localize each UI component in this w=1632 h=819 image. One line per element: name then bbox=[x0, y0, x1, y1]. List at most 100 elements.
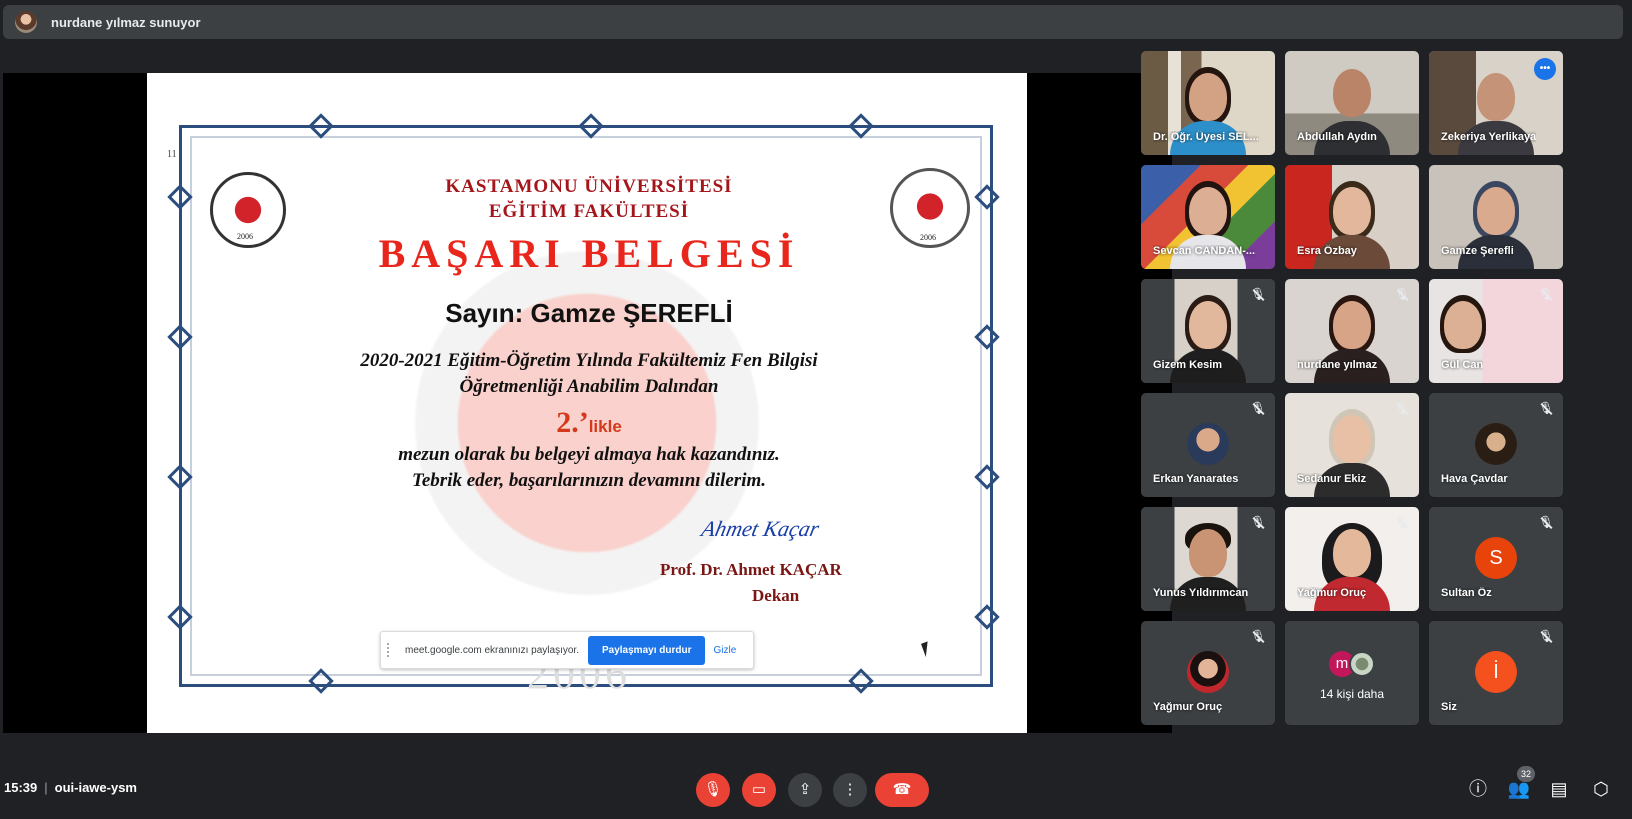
participant-tile[interactable]: 🎙 Hava Çavdar bbox=[1429, 393, 1563, 497]
page-marker: 11 bbox=[167, 149, 177, 160]
muted-mic-icon: 🎙 bbox=[1538, 629, 1554, 643]
participant-tile[interactable]: 🎙 Yunus Yıldırımcan bbox=[1141, 507, 1275, 611]
participant-figure bbox=[1333, 187, 1371, 235]
more-participants-avatars: m bbox=[1329, 651, 1377, 677]
participant-name: nurdane yılmaz bbox=[1297, 359, 1378, 371]
meeting-details-button[interactable]: ⓘ bbox=[1466, 777, 1490, 801]
people-icon: 👥 bbox=[1507, 779, 1531, 799]
participant-tile[interactable]: 🎙 nurdane yılmaz bbox=[1285, 279, 1419, 383]
certificate-text-line: mezun olarak bu belgeyi almaya hak kazan… bbox=[398, 444, 780, 465]
more-participants-label: 14 kişi daha bbox=[1319, 687, 1385, 701]
participant-name: Sultan Öz bbox=[1441, 587, 1492, 599]
participant-figure bbox=[1189, 187, 1227, 235]
participant-avatar bbox=[1187, 423, 1229, 465]
participant-figure bbox=[1477, 187, 1515, 235]
info-icon: ⓘ bbox=[1469, 779, 1487, 799]
participant-name: Dr. Öğr. Üyesi SEL... bbox=[1153, 131, 1259, 143]
participant-avatar bbox=[1187, 651, 1229, 693]
participant-tile[interactable]: 🎙 Yağmur Oruç bbox=[1285, 507, 1419, 611]
participant-name: Gizem Kesim bbox=[1153, 359, 1223, 371]
signature: Ahmet Kaçar bbox=[699, 516, 822, 541]
clock: 15:39 bbox=[4, 780, 38, 795]
hide-share-bar-button[interactable]: Gizle bbox=[713, 645, 736, 656]
participant-avatar: S bbox=[1475, 537, 1517, 579]
certificate-slide: 11 2006 2006 2006 KASTAMONU ÜNİVERSİTESİ… bbox=[147, 73, 1027, 733]
meeting-info: 15:39 | oui-iawe-ysm bbox=[4, 780, 137, 795]
camera-off-icon: ▭ bbox=[751, 781, 767, 798]
participant-tile[interactable]: Sevcan CANDAN-... bbox=[1141, 165, 1275, 269]
participant-figure bbox=[1477, 73, 1515, 121]
activities-button[interactable]: ⬡ bbox=[1589, 777, 1613, 801]
participant-figure bbox=[1333, 415, 1371, 463]
participant-tile[interactable]: Dr. Öğr. Üyesi SEL... bbox=[1141, 51, 1275, 155]
participant-tile[interactable]: 🎙 Erkan Yanarates bbox=[1141, 393, 1275, 497]
certificate-text-line: 2020-2021 Eğitim-Öğretim Yılında Fakülte… bbox=[360, 350, 818, 371]
participant-tile[interactable]: 🎙 Gül Can bbox=[1429, 279, 1563, 383]
separator: | bbox=[44, 780, 48, 795]
certificate-title: BAŞARI BELGESİ bbox=[378, 231, 800, 276]
recipient-name: Sayın: Gamze ŞEREFLİ bbox=[445, 298, 733, 328]
shared-screen: 11 2006 2006 2006 KASTAMONU ÜNİVERSİTESİ… bbox=[3, 73, 1172, 733]
participant-name: Erkan Yanarates bbox=[1153, 473, 1239, 485]
participant-tile[interactable]: Abdullah Aydın bbox=[1285, 51, 1419, 155]
participant-avatar bbox=[1475, 423, 1517, 465]
participant-tile[interactable]: 🎙 Gizem Kesim bbox=[1141, 279, 1275, 383]
participant-tile[interactable]: 🎙 Sedanur Ekiz bbox=[1285, 393, 1419, 497]
participant-name: Abdullah Aydın bbox=[1297, 131, 1377, 143]
border-ornament bbox=[578, 113, 604, 139]
people-count-badge: 32 bbox=[1517, 766, 1535, 782]
participant-tile[interactable]: ••• Zekeriya Yerlikaya bbox=[1429, 51, 1563, 155]
muted-mic-icon: 🎙 bbox=[1538, 515, 1554, 529]
certificate: 2006 2006 2006 KASTAMONU ÜNİVERSİTESİ EĞ… bbox=[167, 113, 1000, 698]
participant-name: Gül Can bbox=[1441, 359, 1484, 371]
border-ornament bbox=[308, 113, 334, 139]
participant-name: Yağmur Oruç bbox=[1153, 701, 1223, 713]
participant-name: Zekeriya Yerlikaya bbox=[1441, 131, 1537, 143]
muted-mic-icon: 🎙 bbox=[1394, 287, 1410, 301]
participant-figure bbox=[1333, 69, 1371, 117]
meeting-code: oui-iawe-ysm bbox=[54, 780, 137, 795]
rank: 2.’likle bbox=[182, 406, 996, 440]
mic-off-icon: 🎙 bbox=[703, 781, 723, 798]
more-vert-icon: ⋮ bbox=[842, 781, 858, 798]
muted-mic-icon: 🎙 bbox=[1538, 287, 1554, 301]
participant-name: Sedanur Ekiz bbox=[1297, 473, 1367, 485]
participant-tile[interactable]: Esra Özbay bbox=[1285, 165, 1419, 269]
muted-mic-icon: 🎙 bbox=[1394, 401, 1410, 415]
participant-tile[interactable]: Gamze Şerefli bbox=[1429, 165, 1563, 269]
participant-avatar bbox=[1349, 651, 1375, 677]
more-options-button[interactable]: ⋮ bbox=[833, 773, 867, 807]
border-ornament bbox=[848, 113, 874, 139]
muted-mic-icon: 🎙 bbox=[1394, 515, 1410, 529]
participant-figure bbox=[1333, 529, 1371, 577]
presenter-avatar bbox=[15, 11, 37, 33]
certificate-text-line: Tebrik eder, başarılarınızın devamını di… bbox=[412, 470, 766, 491]
share-message: meet.google.com ekranınızı paylaşıyor. bbox=[405, 644, 579, 656]
participant-name: Yağmur Oruç bbox=[1297, 587, 1367, 599]
camera-off-button[interactable]: ▭ bbox=[742, 773, 776, 807]
certificate-text-line: Öğretmenliği Anabilim Dalından bbox=[459, 376, 719, 397]
mic-off-button[interactable]: 🎙 bbox=[696, 773, 730, 807]
self-tile[interactable]: İ 🎙 Siz bbox=[1429, 621, 1563, 725]
present-icon: ⇪ bbox=[798, 781, 812, 798]
participant-name: Siz bbox=[1441, 701, 1457, 713]
participant-figure bbox=[1189, 301, 1227, 349]
participant-tile[interactable]: 🎙 Yağmur Oruç bbox=[1141, 621, 1275, 725]
stop-sharing-button[interactable]: Paylaşmayı durdur bbox=[587, 635, 706, 665]
participant-name: Sevcan CANDAN-... bbox=[1153, 245, 1256, 257]
hang-up-icon: ☎ bbox=[892, 781, 912, 798]
muted-mic-icon: 🎙 bbox=[1250, 515, 1266, 529]
more-participants-tile[interactable]: m 14 kişi daha bbox=[1285, 621, 1419, 725]
participant-tile[interactable]: S 🎙 Sultan Öz bbox=[1429, 507, 1563, 611]
activities-icon: ⬡ bbox=[1593, 779, 1609, 799]
drag-handle-icon[interactable] bbox=[387, 643, 401, 657]
chat-icon: ▤ bbox=[1550, 779, 1568, 799]
participant-figure bbox=[1443, 301, 1482, 349]
participant-name: Yunus Yıldırımcan bbox=[1153, 587, 1249, 599]
chat-button[interactable]: ▤ bbox=[1547, 777, 1571, 801]
self-avatar: İ bbox=[1475, 651, 1517, 693]
present-screen-button[interactable]: ⇪ bbox=[788, 773, 822, 807]
presenter-label: nurdane yılmaz sunuyor bbox=[51, 14, 201, 30]
leave-call-button[interactable]: ☎ bbox=[875, 773, 929, 807]
faculty-name: EĞİTİM FAKÜLTESİ bbox=[488, 201, 690, 222]
